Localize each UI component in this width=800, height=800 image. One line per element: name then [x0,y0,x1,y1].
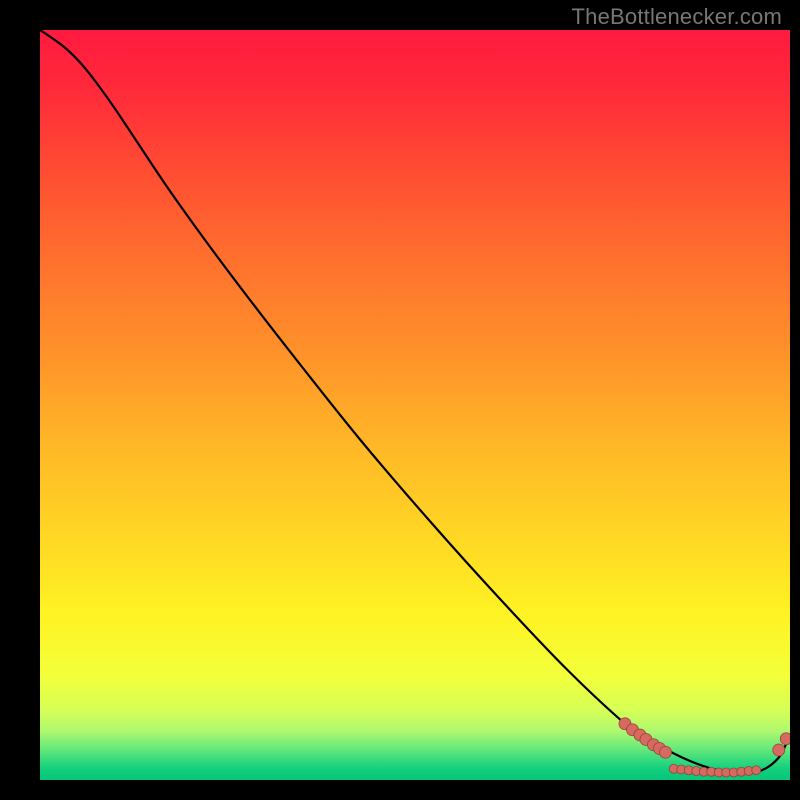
chart-container: TheBottlenecker.com [0,0,800,800]
watermark-text: TheBottlenecker.com [572,4,782,30]
plot-area [40,30,790,780]
data-marker [780,733,790,745]
chart-svg [40,30,790,780]
gradient-background [40,30,790,780]
data-marker [773,744,785,756]
data-marker [752,766,761,775]
data-marker [660,746,672,758]
